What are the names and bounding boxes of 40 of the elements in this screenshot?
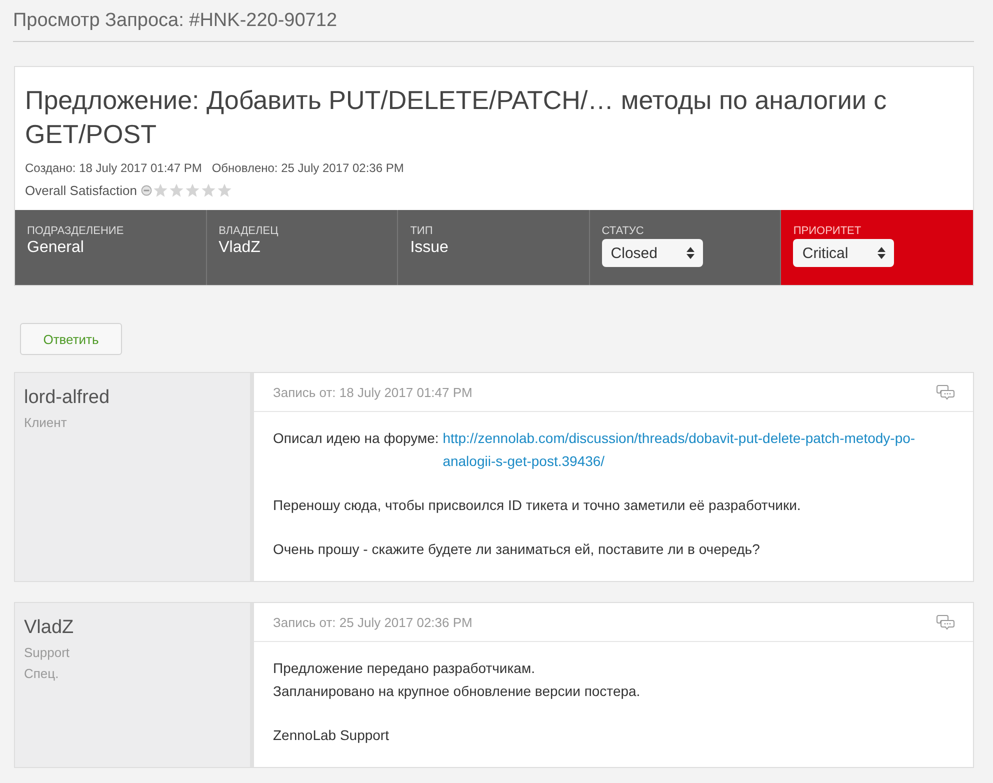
star-icon	[201, 183, 216, 198]
message-text: Описал идею на форуме:	[273, 429, 440, 448]
field-value: General	[27, 239, 85, 257]
field-label: ВЛАДЕЛЕЦ	[218, 225, 280, 237]
author-name: VladZ	[24, 617, 75, 639]
star-icon	[169, 183, 184, 198]
select-field[interactable]: Critical	[793, 239, 894, 267]
message-text: Запланировано на крупное обновление версии постера.	[273, 682, 642, 701]
field-label: ПОДРАЗДЕЛЕНИЕ	[27, 225, 125, 237]
author-role: Клиент	[24, 415, 68, 430]
chat-bubbles-icon	[936, 614, 955, 630]
updated-date: Обновлено: 25 July 2017 02:36 PM	[212, 161, 404, 175]
thread-link[interactable]: http://zennolab.com/discussion/threads/dobavit-put-delete-patch-metody-po-analogii-s-get-post.39436/	[442, 427, 959, 473]
author-role: Support	[24, 645, 71, 660]
field-label: ТИП	[410, 225, 434, 237]
field-value: VladZ	[218, 239, 262, 257]
message-text: Очень прошу - скажите будете ли заниматься ей, поставите ли в очередь?	[273, 540, 761, 559]
author-role: Спец.	[24, 666, 60, 681]
star-icon	[185, 183, 200, 198]
select-field[interactable]: Closed	[602, 239, 703, 267]
field-value: Issue	[410, 239, 450, 257]
ticket-subject: Предложение: Добавить PUT/DELETE/PATCH/… методы по аналогии с GET/POST	[25, 84, 888, 151]
field-label: ПРИОРИТЕТ	[793, 225, 862, 237]
updown-caret-icon	[686, 246, 695, 260]
star-rating[interactable]	[153, 183, 233, 198]
star-icon	[153, 183, 168, 198]
created-date: Создано: 18 July 2017 01:47 PM	[25, 161, 202, 175]
page-title: Просмотр Запроса: #HNK-220-90712	[13, 8, 974, 42]
satisfaction-label: Overall Satisfaction	[25, 183, 137, 198]
post-date: Запись от: 25 July 2017 02:36 PM	[273, 614, 472, 630]
post-date: Запись от: 18 July 2017 01:47 PM	[273, 384, 472, 400]
updown-caret-icon	[877, 246, 886, 260]
star-icon	[217, 183, 232, 198]
author-name: lord-alfred	[24, 387, 111, 409]
message-text: Предложение передано разработчикам.	[273, 659, 536, 678]
clear-rating-icon	[141, 185, 152, 196]
chat-bubbles-icon	[936, 384, 955, 400]
message-text: ZennoLab Support	[273, 726, 390, 745]
field-label: СТАТУС	[602, 225, 645, 237]
message-text: Переношу сюда, чтобы присвоился ID тикета и точно заметили её разработчики.	[273, 496, 802, 515]
